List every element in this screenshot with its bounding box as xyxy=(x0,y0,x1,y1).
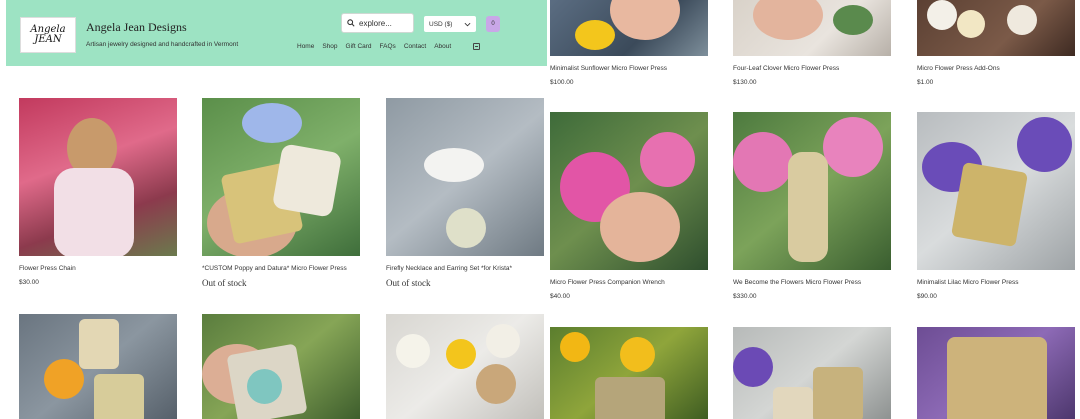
product-image[interactable] xyxy=(733,327,891,419)
product-name[interactable]: Four-Leaf Clover Micro Flower Press xyxy=(733,65,839,72)
product-image[interactable] xyxy=(550,0,708,56)
search-input[interactable] xyxy=(359,18,413,28)
product-image[interactable] xyxy=(386,314,544,419)
product-image[interactable] xyxy=(202,98,360,256)
product-price: $330.00 xyxy=(733,293,757,300)
search-icon xyxy=(347,19,355,27)
currency-select[interactable]: USD ($) xyxy=(424,16,476,32)
chevron-down-icon xyxy=(464,22,471,26)
cart-button[interactable]: 0 xyxy=(486,16,500,32)
product-name[interactable]: Minimalist Sunflower Micro Flower Press xyxy=(550,65,667,72)
tagline: Artisan jewelry designed and handcrafted… xyxy=(86,41,239,48)
product-image[interactable] xyxy=(917,327,1075,419)
product-name[interactable]: Micro Flower Press Companion Wrench xyxy=(550,279,665,286)
product-image[interactable] xyxy=(733,112,891,270)
product-name[interactable]: Micro Flower Press Add-Ons xyxy=(917,65,1000,72)
site-logo[interactable]: Angela JEAN xyxy=(20,17,76,53)
product-image[interactable] xyxy=(917,0,1075,56)
main-nav: Home Shop Gift Card FAQs Contact About xyxy=(297,43,481,50)
logo-text: Angela JEAN xyxy=(30,24,66,45)
nav-gift-card[interactable]: Gift Card xyxy=(346,43,372,50)
stock-status: Out of stock xyxy=(386,278,431,288)
product-price: $100.00 xyxy=(550,79,574,86)
product-price: $1.00 xyxy=(917,79,934,86)
nav-shop[interactable]: Shop xyxy=(322,43,337,50)
account-icon[interactable] xyxy=(473,43,481,50)
site-header: Angela JEAN Angela Jean Designs Artisan … xyxy=(6,0,547,66)
product-price: $30.00 xyxy=(19,279,39,286)
product-price: $130.00 xyxy=(733,79,757,86)
product-image[interactable] xyxy=(917,112,1075,270)
nav-contact[interactable]: Contact xyxy=(404,43,426,50)
nav-faqs[interactable]: FAQs xyxy=(380,43,396,50)
product-name[interactable]: Flower Press Chain xyxy=(19,265,76,272)
product-name[interactable]: We Become the Flowers Micro Flower Press xyxy=(733,279,861,286)
product-price: $40.00 xyxy=(550,293,570,300)
product-name[interactable]: *CUSTOM Poppy and Datura* Micro Flower P… xyxy=(202,265,347,272)
product-price: $90.00 xyxy=(917,293,937,300)
currency-value: USD ($) xyxy=(429,20,453,28)
cart-count: 0 xyxy=(491,21,495,27)
product-image[interactable] xyxy=(733,0,891,56)
product-image[interactable] xyxy=(550,112,708,270)
product-image[interactable] xyxy=(19,98,177,256)
nav-home[interactable]: Home xyxy=(297,43,314,50)
product-image[interactable] xyxy=(550,327,708,419)
stock-status: Out of stock xyxy=(202,278,247,288)
product-image[interactable] xyxy=(202,314,360,419)
product-name[interactable]: Minimalist Lilac Micro Flower Press xyxy=(917,279,1019,286)
product-image[interactable] xyxy=(386,98,544,256)
brand-name[interactable]: Angela Jean Designs xyxy=(86,20,187,35)
nav-about[interactable]: About xyxy=(434,43,451,50)
product-name[interactable]: Firefly Necklace and Earring Set *for Kr… xyxy=(386,265,512,272)
search-box[interactable] xyxy=(341,13,414,33)
product-image[interactable] xyxy=(19,314,177,419)
